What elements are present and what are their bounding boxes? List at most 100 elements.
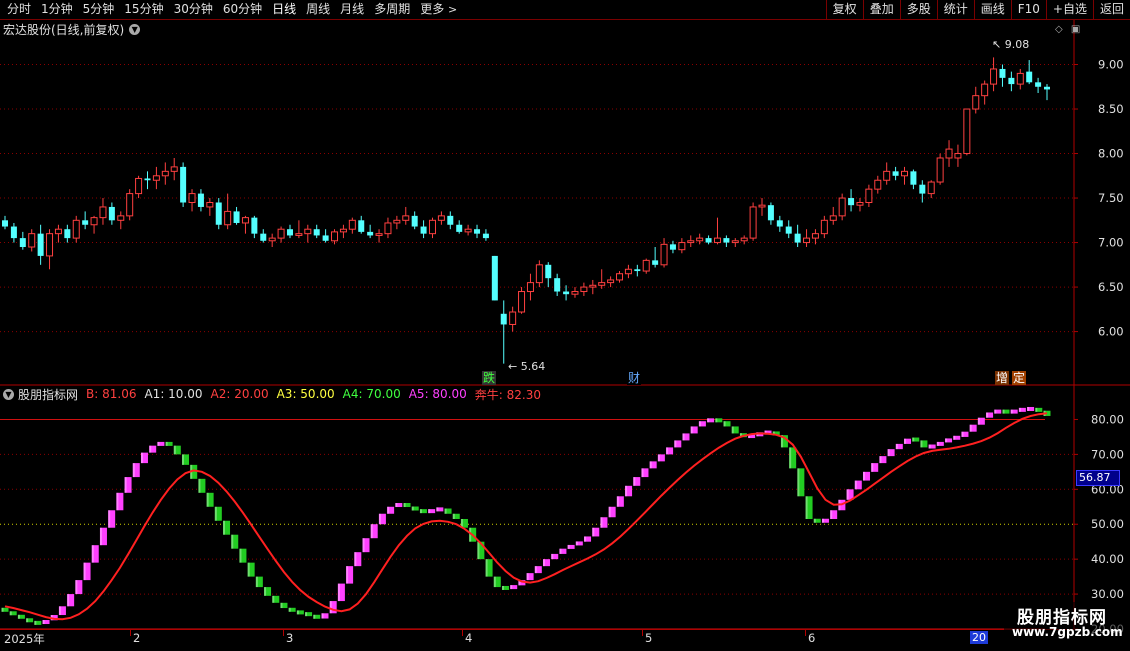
- bull-bar-highlight: [354, 552, 357, 567]
- candle-body-up: [241, 217, 249, 224]
- bull-bar-highlight: [378, 513, 381, 525]
- bull-bar-highlight: [904, 438, 907, 444]
- indicator-param-a4: A4: 70.00: [342, 387, 401, 401]
- tab-30min[interactable]: 30分钟: [169, 0, 218, 19]
- candle-body-down: [554, 278, 561, 292]
- candle-body-up: [331, 231, 339, 242]
- adjust-button[interactable]: 复权: [825, 0, 863, 19]
- candle-body-down: [794, 233, 801, 243]
- bull-bar-highlight: [666, 447, 669, 455]
- bull-bar-highlight: [936, 441, 939, 446]
- candle-body-up: [428, 219, 436, 235]
- bull-bar-highlight: [280, 602, 283, 609]
- tab-monthly[interactable]: 月线: [335, 0, 369, 19]
- bull-bar-highlight: [264, 587, 267, 596]
- current-indicator-value: 56.87: [1076, 470, 1120, 486]
- candle-body-up: [598, 282, 606, 286]
- chart-corner-controls: ◇ ▣: [1055, 24, 1080, 35]
- candle-body-up: [954, 153, 962, 159]
- tab-daily[interactable]: 日线: [267, 0, 301, 19]
- tab-60min[interactable]: 60分钟: [218, 0, 267, 19]
- bull-bar-highlight: [132, 463, 135, 478]
- bull-bar-highlight: [895, 443, 898, 450]
- candle-body-up: [348, 219, 356, 230]
- bull-bar-highlight: [575, 541, 578, 546]
- bull-bar-highlight: [1010, 409, 1013, 414]
- price-tick-label: 8.00: [1098, 147, 1124, 161]
- candle-body-up: [696, 237, 704, 242]
- x-label-feb: 2: [133, 631, 141, 645]
- bull-bar-highlight: [444, 508, 447, 514]
- bull-bar-highlight: [657, 454, 660, 462]
- candle-body-down: [108, 206, 115, 221]
- x-label-mar: 3: [286, 631, 294, 645]
- top-toolbar: 分时 1分钟 5分钟 15分钟 30分钟 60分钟 日线 周线 月线 多周期 更…: [0, 0, 1130, 20]
- candle-body-up: [526, 282, 534, 293]
- candle-body-down: [474, 229, 481, 234]
- candle-body-down: [286, 229, 293, 236]
- diamond-icon[interactable]: ◇: [1055, 24, 1063, 35]
- bull-bar-highlight: [140, 452, 143, 464]
- candle-body-up: [126, 193, 134, 217]
- tab-1min[interactable]: 1分钟: [36, 0, 78, 19]
- bull-bar-highlight: [945, 438, 948, 443]
- draw-line-button[interactable]: 画线: [973, 0, 1011, 19]
- bull-bar-highlight: [34, 620, 37, 625]
- chart-canvas[interactable]: 9.00 8.50 8.00 7.50 7.00 6.50 6.00 80.00 70.00 60…: [0, 0, 1130, 650]
- f10-button[interactable]: F10: [1010, 0, 1046, 19]
- bull-bar-highlight: [403, 503, 406, 508]
- event-marker-increase[interactable]: 增: [995, 371, 1010, 385]
- candle-body-up: [72, 219, 80, 239]
- chevron-down-icon[interactable]: ▼: [3, 388, 14, 400]
- x-label-apr: 4: [465, 631, 473, 645]
- tab-15min[interactable]: 15分钟: [119, 0, 168, 19]
- bull-bar-highlight: [67, 594, 70, 607]
- candle-body-up: [927, 181, 935, 195]
- candle-body-up: [607, 279, 615, 284]
- candle-body-up: [740, 237, 748, 242]
- candle-body-down: [1026, 71, 1033, 83]
- indicator-param-b: B: 81.06: [86, 387, 137, 401]
- statistics-button[interactable]: 统计: [936, 0, 974, 19]
- candle-body-up: [1016, 72, 1024, 85]
- bull-bar-highlight: [1, 607, 4, 612]
- bull-bar-highlight: [510, 585, 513, 590]
- indicator-tick-label: 50.00: [1091, 517, 1124, 531]
- bull-bar-highlight: [879, 456, 882, 464]
- back-button[interactable]: 返回: [1092, 0, 1130, 19]
- bull-bar-highlight: [1027, 406, 1030, 411]
- event-marker-placement[interactable]: 定: [1012, 371, 1027, 385]
- main-chart-title: 宏达股份(日线,前复权) ▼: [3, 22, 141, 37]
- bull-bar-highlight: [1018, 407, 1021, 412]
- multi-stock-button[interactable]: 多股: [899, 0, 937, 19]
- candle-body-up: [268, 237, 276, 242]
- add-watchlist-button[interactable]: +自选: [1045, 0, 1093, 19]
- candle-body-up: [660, 243, 668, 266]
- bull-bar-highlight: [953, 435, 956, 440]
- bull-bar-highlight: [239, 548, 242, 563]
- indicator-header: ▼ 股朋指标网 B: 81.06 A1: 10.00 A2: 20.00 A3:…: [3, 387, 549, 402]
- bull-bar-highlight: [871, 463, 874, 472]
- window-toggle-icon[interactable]: ▣: [1071, 24, 1080, 35]
- indicator-param-bull: 奔牛: 82.30: [474, 387, 541, 402]
- x-tick: [642, 630, 643, 636]
- tab-weekly[interactable]: 周线: [301, 0, 335, 19]
- candle-body-up: [981, 83, 989, 97]
- bull-bar-highlight: [329, 601, 332, 614]
- tab-timeshare[interactable]: 分时: [2, 0, 36, 19]
- bull-bar-highlight: [928, 444, 931, 449]
- event-marker-finance[interactable]: 财: [627, 371, 642, 385]
- tab-multi-period[interactable]: 多周期: [369, 0, 415, 19]
- candle-body-up: [838, 197, 846, 217]
- overlay-button[interactable]: 叠加: [862, 0, 900, 19]
- chevron-right-icon: >: [448, 3, 458, 16]
- event-marker-drop[interactable]: 跌: [482, 371, 497, 385]
- chevron-down-icon[interactable]: ▼: [129, 23, 141, 35]
- x-tick: [462, 630, 463, 636]
- tab-5min[interactable]: 5分钟: [78, 0, 120, 19]
- tab-more[interactable]: 更多 >: [415, 0, 462, 19]
- candle-body-up: [589, 284, 597, 288]
- candle-body-down: [447, 215, 454, 225]
- x-label-may: 5: [645, 631, 653, 645]
- bull-bar-highlight: [534, 566, 537, 574]
